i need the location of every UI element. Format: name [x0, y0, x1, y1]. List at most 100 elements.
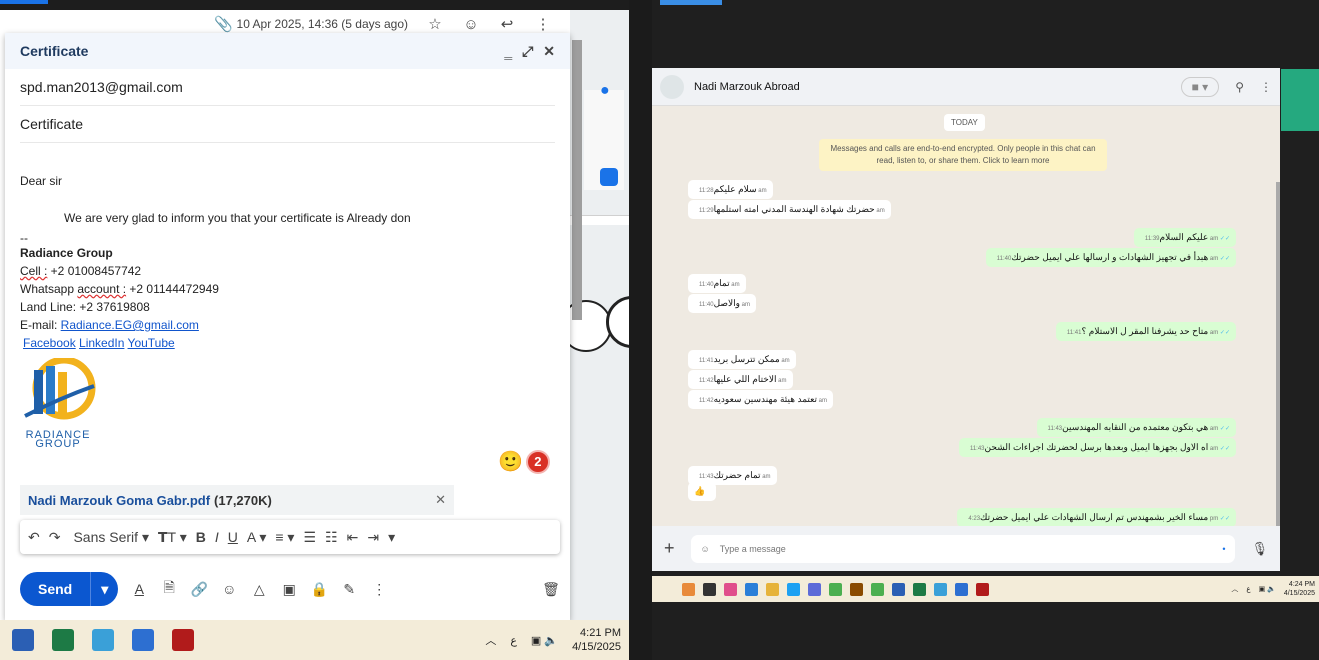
bold-icon[interactable]: B: [196, 529, 206, 545]
network-volume-icon-2[interactable]: ▣ 🔈: [1259, 585, 1276, 593]
paint-icon-2[interactable]: [955, 582, 968, 596]
bulleted-list-icon[interactable]: ☷: [325, 529, 338, 546]
close-icon[interactable]: ✕: [543, 43, 555, 60]
send-button[interactable]: Send ▾: [20, 572, 119, 606]
word-icon-2[interactable]: [892, 582, 905, 596]
star-icon[interactable]: ☆: [426, 15, 444, 33]
illustrator-icon[interactable]: [850, 582, 863, 596]
chevron-up-icon-2[interactable]: ︿: [1231, 584, 1238, 594]
excel-icon-2[interactable]: [913, 582, 926, 596]
linkedin-link[interactable]: LinkedIn: [79, 336, 124, 350]
message-bubble[interactable]: سلام عليكم11:28 am: [688, 180, 773, 199]
italic-icon[interactable]: I: [215, 529, 219, 545]
discard-draft-icon[interactable]: 🗑: [542, 581, 560, 598]
more-vert-icon[interactable]: ⋮: [534, 15, 552, 33]
message-body[interactable]: Dear sir We are very glad to inform you …: [5, 172, 570, 450]
control-panel-icon[interactable]: [92, 629, 114, 651]
emoji-react-icon[interactable]: ☺: [462, 15, 480, 33]
message-bubble[interactable]: 👍: [688, 482, 717, 501]
clock-left[interactable]: 4:21 PM 4/15/2025: [572, 626, 621, 654]
contact-name[interactable]: Nadi Marzouk Abroad: [694, 81, 800, 93]
language-indicator-2[interactable]: ع: [1246, 585, 1250, 593]
message-input[interactable]: ☺ Type a message •: [690, 534, 1236, 563]
control-panel-icon-2[interactable]: [934, 582, 947, 596]
scrollbar[interactable]: [572, 40, 582, 320]
font-size-icon[interactable]: 𝗧T ▾: [158, 529, 187, 546]
edge-icon[interactable]: [787, 582, 800, 596]
expand-icon[interactable]: ⤢: [522, 43, 533, 60]
message-bubble[interactable]: ممكن تترسل بريد11:41 am: [688, 350, 796, 369]
facebook-link[interactable]: Facebook: [23, 336, 76, 350]
insert-link-icon[interactable]: 🔗: [190, 581, 208, 598]
attachment-name[interactable]: Nadi Marzouk Goma Gabr.pdf: [28, 493, 210, 508]
attachment-chip[interactable]: Nadi Marzouk Goma Gabr.pdf (17,270K) ✕: [20, 485, 454, 515]
drive-icon[interactable]: △: [250, 581, 268, 598]
app-icon-4[interactable]: [745, 582, 758, 596]
underline-icon[interactable]: U: [228, 529, 238, 545]
clock-right[interactable]: 4:24 PM 4/15/2025: [1284, 580, 1315, 598]
microphone-icon[interactable]: 🎙: [1251, 541, 1268, 557]
message-bubble[interactable]: هبدأ في تجهيز الشهادات و ارسالها علي ايم…: [985, 248, 1236, 267]
acrobat-icon[interactable]: [172, 629, 194, 651]
word-icon[interactable]: [12, 629, 34, 651]
chevron-up-icon[interactable]: ︿: [485, 632, 496, 648]
app-icon-2[interactable]: [703, 582, 716, 596]
font-select[interactable]: Sans Serif ▾: [73, 529, 149, 546]
message-bubble[interactable]: الاختام اللي عليها11:42 am: [688, 370, 793, 389]
message-bubble[interactable]: تمام11:40 am: [688, 274, 746, 293]
app-icon-7[interactable]: [808, 582, 821, 596]
search-icon[interactable]: ⚲: [1235, 80, 1244, 94]
youtube-link[interactable]: YouTube: [128, 336, 175, 350]
acrobat-icon-2[interactable]: [976, 582, 989, 596]
plus-icon[interactable]: +: [664, 538, 675, 559]
app-icon-3[interactable]: [724, 582, 737, 596]
minimize-icon[interactable]: ‗: [504, 43, 512, 60]
video-call-icon[interactable]: ■ ▾: [1180, 76, 1220, 97]
numbered-list-icon[interactable]: ☰: [303, 529, 316, 546]
message-bubble[interactable]: مساء الخير بشمهندس تم ارسال الشهادات علي…: [957, 508, 1236, 526]
paint-icon[interactable]: [132, 629, 154, 651]
language-indicator[interactable]: ع: [510, 634, 517, 647]
message-bubble[interactable]: هي بتكون معتمده من النقابه المهندسين11:4…: [1036, 418, 1236, 437]
encryption-notice[interactable]: Messages and calls are end-to-end encryp…: [819, 139, 1107, 171]
email-link[interactable]: Radiance.EG@gmail.com: [61, 318, 199, 332]
confidential-mode-icon[interactable]: 🔒: [310, 581, 328, 598]
whatsapp-line: Whatsapp account : +2 01144472949: [20, 280, 555, 298]
message-bubble[interactable]: متاح حد يشرفنا المقر ل الاستلام ؟11:41 a…: [1055, 322, 1236, 341]
emoji-reaction[interactable]: 🙂 2: [498, 449, 550, 474]
remove-attachment-icon[interactable]: ✕: [435, 492, 446, 508]
text-color-icon[interactable]: A ▾: [247, 529, 266, 546]
align-icon[interactable]: ≡ ▾: [275, 529, 294, 546]
send-options-icon[interactable]: ▾: [90, 572, 118, 606]
avatar[interactable]: [660, 74, 684, 99]
redo-icon[interactable]: ↷: [49, 529, 61, 546]
reply-icon[interactable]: ↩: [498, 15, 516, 33]
emoji-icon[interactable]: ☺: [220, 581, 238, 597]
more-formatting-icon[interactable]: ▾: [388, 529, 395, 546]
message-bubble[interactable]: حضرتك شهادة الهندسة المدني امته استلمها1…: [688, 200, 891, 219]
excel-icon[interactable]: [52, 629, 74, 651]
attach-file-icon[interactable]: 🗎: [160, 577, 178, 601]
more-options-icon[interactable]: ⋮: [370, 581, 388, 598]
chat-scrollbar[interactable]: [1276, 182, 1280, 542]
message-bubble[interactable]: اه الاول بجهزها ايميل وبعدها برسل لحضرتك…: [958, 438, 1236, 457]
chrome-icon[interactable]: [829, 582, 842, 596]
message-bubble[interactable]: والاصل11:40 am: [688, 294, 757, 313]
menu-icon[interactable]: ⋮: [1260, 80, 1272, 94]
emoji-icon[interactable]: ☺: [701, 544, 710, 554]
network-volume-icon[interactable]: ▣ 🔈: [531, 634, 558, 647]
chrome-icon-2[interactable]: [871, 582, 884, 596]
signature-icon[interactable]: ✎: [340, 581, 358, 598]
message-bubble[interactable]: عليكم السلام11:39 am ✓✓: [1133, 228, 1236, 247]
undo-icon[interactable]: ↶: [28, 529, 40, 546]
to-field[interactable]: spd.man2013@gmail.com: [20, 69, 555, 106]
indent-more-icon[interactable]: ⇥: [367, 529, 379, 546]
message-bubble[interactable]: تعتمد هيئة مهندسين سعوديه11:42 am: [688, 390, 833, 409]
app-icon-1[interactable]: [682, 582, 695, 596]
insert-photo-icon[interactable]: ▣: [280, 581, 298, 598]
browser-tab[interactable]: [0, 0, 48, 4]
formatting-options-icon[interactable]: A: [130, 581, 148, 597]
subject-field[interactable]: Certificate: [20, 106, 555, 143]
folder-icon[interactable]: [766, 582, 779, 596]
indent-less-icon[interactable]: ⇤: [347, 529, 359, 546]
